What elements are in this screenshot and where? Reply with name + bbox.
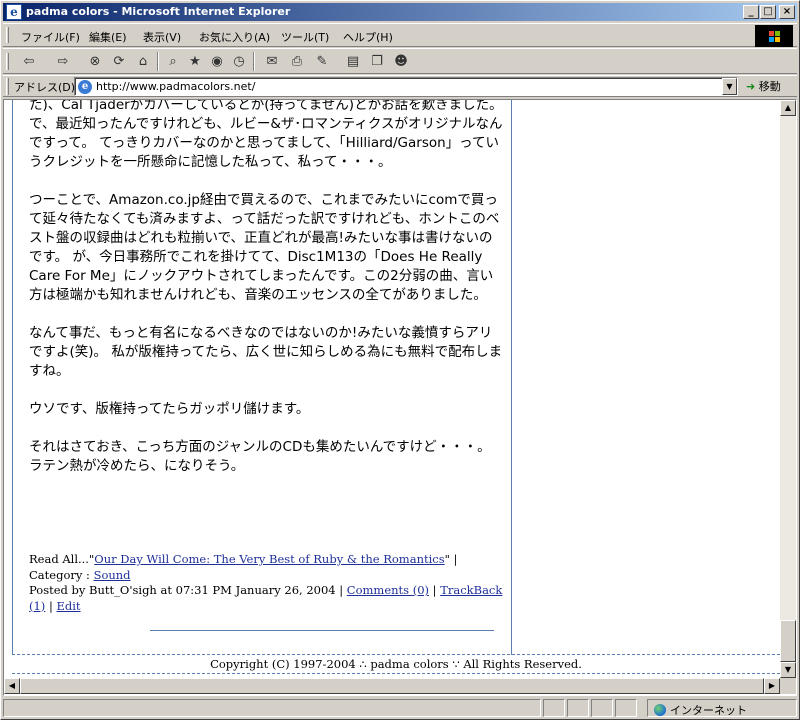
- horizontal-scrollbar[interactable]: ◀ ▶: [4, 678, 780, 694]
- entry-paragraph: た)、Cal Tjaderがカバーしているとか(持ってません)とかお話を歎きまし…: [29, 100, 503, 170]
- comments-link[interactable]: Comments (0): [347, 583, 429, 597]
- zone-label: インターネット: [670, 704, 747, 717]
- status-pane: [591, 699, 613, 717]
- toolbar-separator: [253, 52, 255, 71]
- content-viewport: た)、Cal Tjaderがカバーしているとか(持ってません)とかお話を歎きまし…: [3, 99, 797, 696]
- page-icon: e: [78, 80, 92, 94]
- go-label: 移動: [758, 80, 781, 93]
- scroll-down-button[interactable]: ▼: [780, 662, 796, 678]
- vertical-scroll-thumb[interactable]: [780, 620, 796, 662]
- go-arrow-icon: ➜: [746, 80, 756, 93]
- menu-view[interactable]: 表示(V): [143, 29, 181, 45]
- posted-line: Posted by Butt_O'sigh at 07:31 PM Januar…: [29, 583, 504, 614]
- separator: |: [429, 583, 441, 597]
- read-all-link[interactable]: Our Day Will Come: The Very Best of Ruby…: [94, 552, 444, 566]
- media-icon[interactable]: ◉: [207, 52, 227, 72]
- edit-link[interactable]: Edit: [56, 599, 80, 613]
- discuss-icon[interactable]: ▤: [343, 52, 363, 72]
- browser-window: e padma colors - Microsoft Internet Expl…: [0, 0, 800, 720]
- category-link[interactable]: Sound: [94, 568, 131, 582]
- address-dropdown-button[interactable]: ▼: [722, 78, 737, 95]
- entry-paragraph: ウソです、版権持ってたらガッポリ儲けます。: [29, 401, 310, 417]
- address-bar: アドレス(D) e http://www.padmacolors.net/ ▼ …: [3, 75, 797, 97]
- globe-icon: [654, 704, 666, 716]
- favorites-icon[interactable]: ★: [185, 52, 205, 72]
- menu-file[interactable]: ファイル(F): [21, 29, 80, 45]
- search-icon[interactable]: ⌕: [163, 52, 183, 72]
- main-column: た)、Cal Tjaderがカバーしているとか(持ってません)とかお話を歎きまし…: [12, 100, 512, 655]
- menu-help[interactable]: ヘルプ(H): [343, 29, 393, 45]
- posted-by: Posted by Butt_O'sigh at 07:31 PM Januar…: [29, 583, 347, 597]
- status-pane: [567, 699, 589, 717]
- scroll-left-button[interactable]: ◀: [4, 678, 20, 694]
- ie-icon: e: [6, 4, 22, 20]
- maximize-button[interactable]: □: [760, 5, 776, 19]
- site-footer: Copyright (C) 1997-2004 ∴ padma colors ∵…: [12, 654, 780, 674]
- menu-tools[interactable]: ツール(T): [281, 29, 329, 45]
- menu-edit[interactable]: 編集(E): [89, 29, 127, 45]
- entry-paragraph: つーことで、Amazon.co.jp経由で買えるので、これまでみたいにcomで買…: [29, 192, 500, 303]
- entry-body: た)、Cal Tjaderがカバーしているとか(持ってません)とかお話を歎きまし…: [29, 100, 504, 495]
- go-button[interactable]: ➜ 移動: [746, 78, 781, 94]
- research-icon[interactable]: ❐: [367, 52, 387, 72]
- vertical-scrollbar[interactable]: ▲ ▼: [780, 100, 796, 678]
- address-url[interactable]: http://www.padmacolors.net/: [96, 80, 255, 93]
- address-grip[interactable]: [6, 78, 9, 95]
- status-text-pane: [3, 699, 541, 717]
- scroll-corner: [780, 678, 796, 694]
- sidebar-column: [513, 100, 780, 655]
- menu-favorites[interactable]: お気に入り(A): [199, 29, 270, 45]
- status-pane: [543, 699, 565, 717]
- web-page: た)、Cal Tjaderがカバーしているとか(持ってません)とかお話を歎きまし…: [4, 100, 780, 678]
- entry-paragraph: なんて事だ、もっと有名になるべきなのではないのか!みたいな義憤すらアリですよ(笑…: [29, 325, 503, 379]
- scroll-right-button[interactable]: ▶: [764, 678, 780, 694]
- horizontal-scroll-thumb[interactable]: [20, 678, 764, 694]
- entry-paragraph: それはさておき、こっち方面のジャンルのCDも集めたいんですけど・・・。 ラテン熱…: [29, 439, 491, 474]
- read-all-prefix: Read All...": [29, 552, 95, 566]
- forward-arrow-icon[interactable]: ⇨: [51, 52, 75, 72]
- address-label: アドレス(D): [14, 81, 76, 94]
- status-pane: [615, 699, 637, 717]
- scroll-up-button[interactable]: ▲: [780, 100, 796, 116]
- address-input[interactable]: e http://www.padmacolors.net/ ▼: [74, 77, 738, 96]
- menu-grip[interactable]: [6, 27, 9, 43]
- back-arrow-icon[interactable]: ⇦: [17, 52, 41, 72]
- entry-meta: Read All..."Our Day Will Come: The Very …: [29, 552, 504, 614]
- read-all-line: Read All..."Our Day Will Come: The Very …: [29, 552, 504, 583]
- toolbar-grip[interactable]: [6, 53, 9, 70]
- messenger-icon[interactable]: ☻: [391, 52, 411, 72]
- standard-toolbar: ⇦ ⇨ ⊗ ⟳ ⌂ ⌕ ★ ◉ ◷ ✉ ⎙ ✎ ▤ ❐ ☻: [3, 48, 797, 74]
- toolbar-separator: [157, 52, 159, 71]
- refresh-icon[interactable]: ⟳: [109, 52, 129, 72]
- stop-icon[interactable]: ⊗: [85, 52, 105, 72]
- menu-bar: ファイル(F) 編集(E) 表示(V) お気に入り(A) ツール(T) ヘルプ(…: [3, 23, 797, 47]
- window-title: padma colors - Microsoft Internet Explor…: [26, 5, 291, 18]
- windows-logo: [755, 25, 793, 47]
- separator: |: [45, 598, 57, 613]
- minimize-button[interactable]: _: [743, 5, 759, 19]
- entry-divider: [150, 630, 494, 631]
- title-bar[interactable]: e padma colors - Microsoft Internet Expl…: [3, 3, 797, 21]
- history-icon[interactable]: ◷: [229, 52, 249, 72]
- status-bar: インターネット: [3, 698, 797, 718]
- close-button[interactable]: ×: [779, 5, 795, 19]
- mail-icon[interactable]: ✉: [259, 52, 285, 72]
- print-icon[interactable]: ⎙: [287, 52, 307, 72]
- edit-icon[interactable]: ✎: [309, 52, 335, 72]
- security-zone-pane: インターネット: [647, 699, 797, 717]
- home-icon[interactable]: ⌂: [133, 52, 153, 72]
